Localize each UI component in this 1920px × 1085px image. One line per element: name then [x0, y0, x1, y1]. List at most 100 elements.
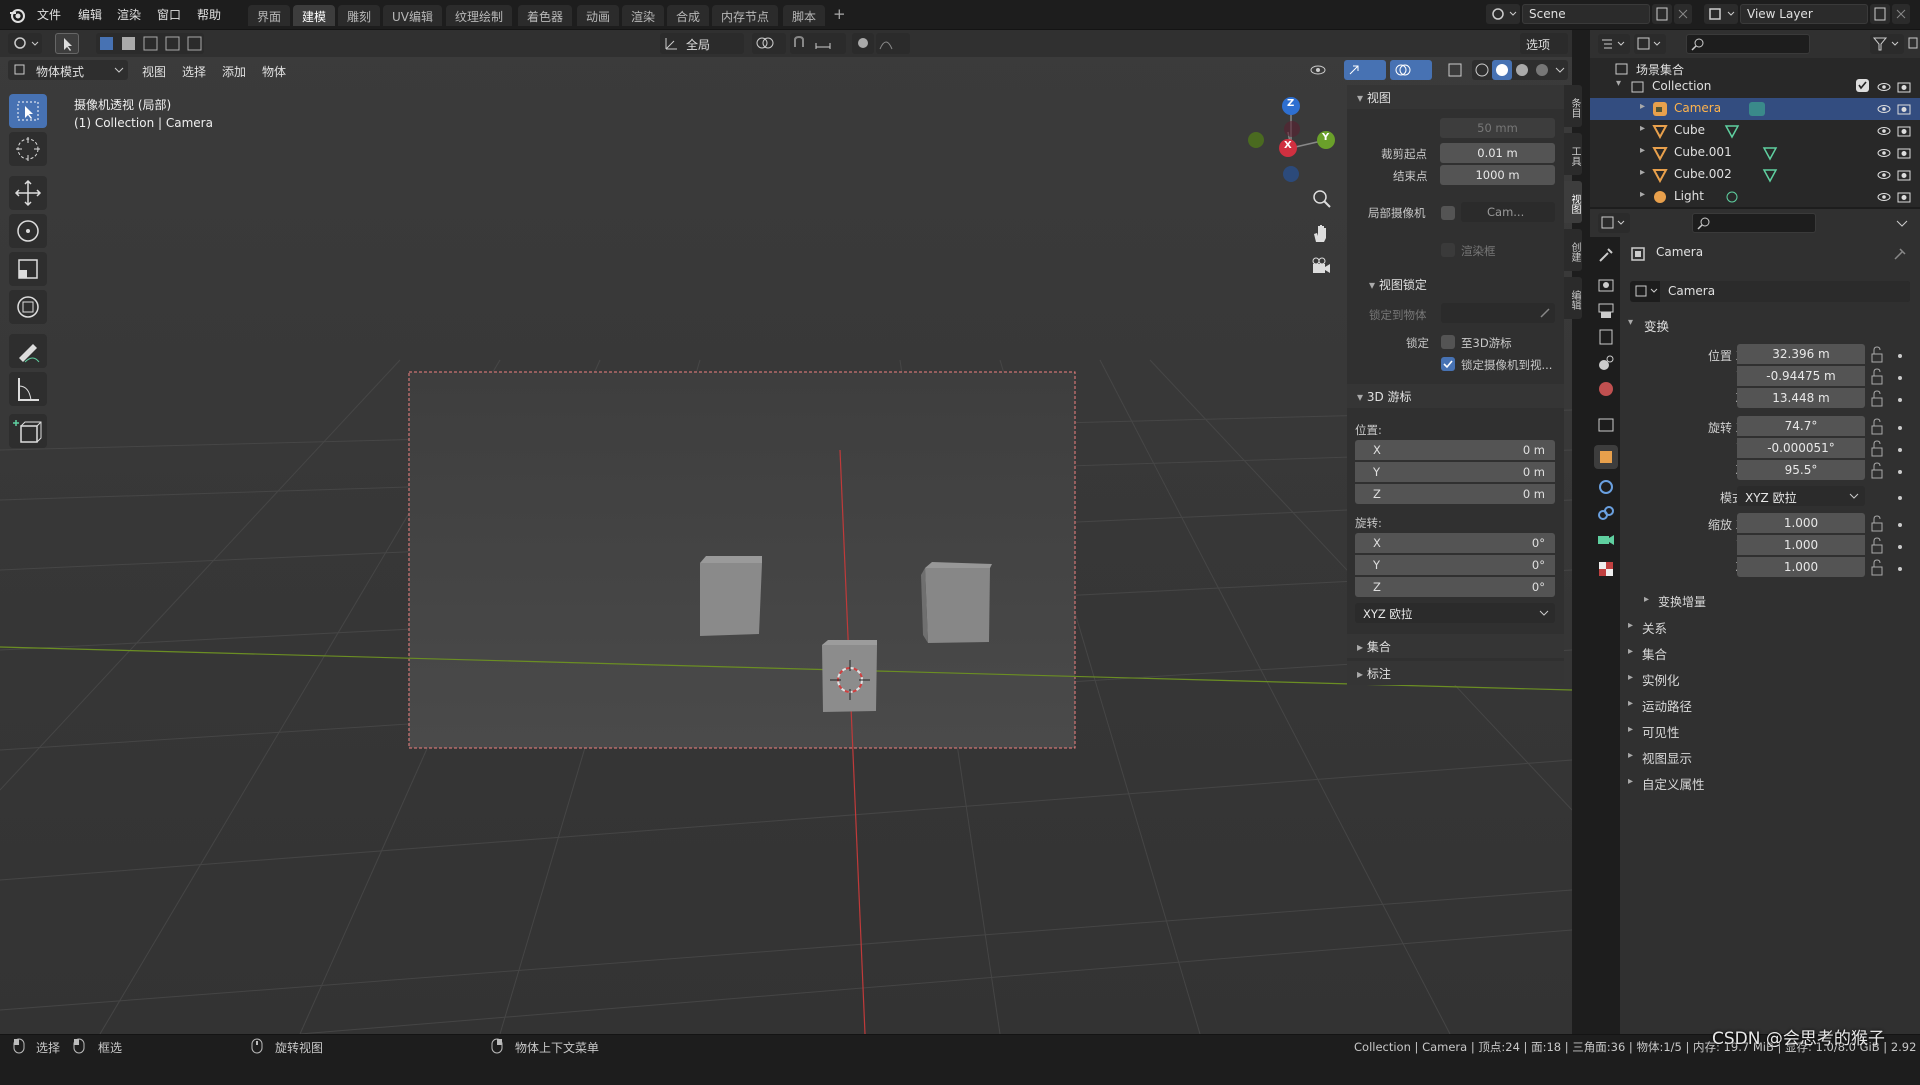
location-z-field[interactable]: 13.448 m — [1737, 388, 1865, 408]
rotation-z-field[interactable]: 95.5° — [1737, 460, 1865, 480]
menu-edit[interactable]: 编辑 — [78, 6, 102, 23]
outliner-item-camera[interactable]: ▸ Camera — [1590, 98, 1920, 120]
clip-end-field[interactable]: 1000 m — [1440, 165, 1555, 185]
clip-start-field[interactable]: 0.01 m — [1440, 143, 1555, 163]
delta-transform-subpanel[interactable]: ▸ 变换增量 — [1640, 591, 1910, 611]
texture-tab-icon[interactable] — [1594, 557, 1618, 581]
tab-edit[interactable]: 编辑 — [1564, 277, 1582, 319]
physics-tab-icon[interactable] — [1594, 475, 1618, 499]
proportional-edit-icon[interactable] — [852, 33, 874, 54]
rotation-x-field[interactable]: 74.7° — [1737, 416, 1865, 436]
tab-item[interactable]: 条目 — [1564, 85, 1582, 127]
scale-y-field[interactable]: 1.000 — [1737, 535, 1865, 555]
zoom-icon[interactable] — [1310, 188, 1332, 210]
lock-to-object-field[interactable] — [1441, 303, 1555, 323]
xray-toggle-icon[interactable] — [1444, 60, 1468, 80]
select-tool-mode-icon[interactable] — [55, 33, 79, 54]
tab-scripting[interactable]: 脚本 — [783, 5, 826, 26]
cursor-location-y-field[interactable]: Y0 m — [1355, 462, 1555, 482]
collections-section[interactable]: ▸ 集合 — [1622, 642, 1916, 663]
camera-data-tab-icon[interactable] — [1594, 527, 1618, 551]
collection-section-header[interactable]: ▸ 集合 — [1347, 634, 1564, 658]
options-dropdown[interactable]: 选项 — [1520, 33, 1568, 54]
tab-sculpting[interactable]: 雕刻 — [338, 5, 381, 26]
cursor-rotation-z-field[interactable]: Z 0° — [1355, 577, 1555, 597]
scale-tool[interactable] — [9, 252, 47, 286]
output-tab-icon[interactable] — [1594, 299, 1618, 323]
outliner-collection[interactable]: ▾ Collection — [1590, 76, 1920, 98]
outliner-item-cube-002[interactable]: ▸ Cube.002 — [1590, 164, 1920, 186]
view-layer-name-field[interactable]: View Layer — [1740, 4, 1868, 24]
location-x-field[interactable]: 32.396 m — [1737, 344, 1865, 364]
cursor-rotation-x-field[interactable]: X 0° — [1355, 533, 1555, 553]
new-collection-icon[interactable] — [1908, 34, 1918, 54]
location-y-field[interactable]: -0.94475 m — [1737, 366, 1865, 386]
tab-modeling[interactable]: 建模 — [293, 5, 336, 26]
world-tab-icon[interactable] — [1594, 377, 1618, 401]
motion-paths-section[interactable]: ▸ 运动路径 — [1622, 694, 1916, 715]
tab-uv-editing[interactable]: UV编辑 — [383, 5, 442, 26]
object-mode-dropdown[interactable]: 物体模式 — [8, 60, 128, 80]
delete-scene-icon[interactable] — [1674, 4, 1692, 24]
local-camera-checkbox[interactable] — [1441, 206, 1455, 220]
cursor-location-x-field[interactable]: X0 m — [1355, 440, 1555, 460]
tab-create[interactable]: 创建 — [1564, 229, 1582, 271]
pivot-point-icon[interactable] — [752, 33, 786, 54]
scale-z-field[interactable]: 1.000 — [1737, 557, 1865, 577]
tab-animation[interactable]: 动画 — [577, 5, 620, 26]
delete-view-layer-icon[interactable] — [1892, 4, 1910, 24]
measure-tool[interactable] — [9, 372, 47, 406]
tab-geometry-nodes[interactable]: 内存节点 — [712, 5, 779, 26]
view-layer-tab-icon[interactable] — [1594, 325, 1618, 349]
menu-view[interactable]: 视图 — [142, 63, 166, 80]
menu-add[interactable]: 添加 — [222, 63, 246, 80]
scale-x-field[interactable]: 1.000 — [1737, 513, 1865, 533]
pin-icon[interactable] — [1892, 246, 1908, 262]
focal-length-field[interactable]: 50 mm — [1440, 118, 1555, 138]
render-tab-icon[interactable] — [1594, 273, 1618, 297]
menu-object[interactable]: 物体 — [262, 63, 286, 80]
new-view-layer-icon[interactable] — [1870, 4, 1890, 24]
tool-tab-icon[interactable] — [1594, 243, 1618, 267]
menu-help[interactable]: 帮助 — [197, 6, 221, 23]
tab-shading[interactable]: 着色器 — [518, 5, 573, 26]
selection-mode-buttons[interactable] — [96, 33, 204, 54]
outliner-editor-type-icon[interactable] — [1598, 34, 1630, 54]
snap-icon[interactable] — [790, 33, 846, 54]
tab-tool[interactable]: 工具 — [1564, 133, 1582, 175]
tab-rendering[interactable]: 渲染 — [622, 5, 665, 26]
chevron-down-icon[interactable] — [1892, 213, 1912, 233]
outliner-item-light[interactable]: ▸ Light — [1590, 186, 1920, 207]
outliner-item-cube-001[interactable]: ▸ Cube.001 — [1590, 142, 1920, 164]
transform-tool[interactable] — [9, 290, 47, 324]
relations-section[interactable]: ▸ 关系 — [1622, 616, 1916, 637]
visibility-icon[interactable] — [1306, 60, 1340, 80]
add-workspace-button[interactable]: + — [833, 5, 846, 23]
shading-mode-buttons[interactable] — [1472, 60, 1568, 80]
cursor-rotation-mode-dropdown[interactable]: XYZ 欧拉 — [1355, 603, 1555, 623]
outliner-search-input[interactable] — [1686, 34, 1810, 54]
add-cube-tool[interactable] — [9, 414, 47, 448]
view-layer-selector-icon[interactable] — [1704, 4, 1738, 24]
object-tab-icon[interactable] — [1594, 445, 1618, 469]
select-box-tool[interactable] — [9, 94, 47, 128]
rotate-tool[interactable] — [9, 214, 47, 248]
tab-view[interactable]: 视图 — [1564, 181, 1582, 223]
new-scene-icon[interactable] — [1652, 4, 1672, 24]
annotate-tool[interactable] — [9, 334, 47, 368]
display-mode-icon[interactable] — [1634, 34, 1666, 54]
cursor-rotation-y-field[interactable]: Y 0° — [1355, 555, 1555, 575]
instancing-section[interactable]: ▸ 实例化 — [1622, 668, 1916, 689]
gizmo-toggle-icon[interactable] — [1344, 60, 1386, 80]
scene-name-field[interactable]: Scene — [1522, 4, 1650, 24]
transform-orientation-dropdown[interactable]: 全局 — [660, 33, 744, 54]
lock-camera-to-view-checkbox[interactable] — [1441, 357, 1455, 371]
collection-exclude-checkbox[interactable] — [1856, 79, 1869, 92]
overlays-toggle-icon[interactable] — [1390, 60, 1432, 80]
viewport-display-section[interactable]: ▸ 视图显示 — [1622, 746, 1916, 767]
custom-properties-section[interactable]: ▸ 自定义属性 — [1622, 772, 1916, 793]
menu-select[interactable]: 选择 — [182, 63, 206, 80]
pan-hand-icon[interactable] — [1310, 222, 1332, 244]
properties-search-input[interactable] — [1692, 213, 1816, 233]
collection-tab-icon[interactable] — [1594, 413, 1618, 437]
